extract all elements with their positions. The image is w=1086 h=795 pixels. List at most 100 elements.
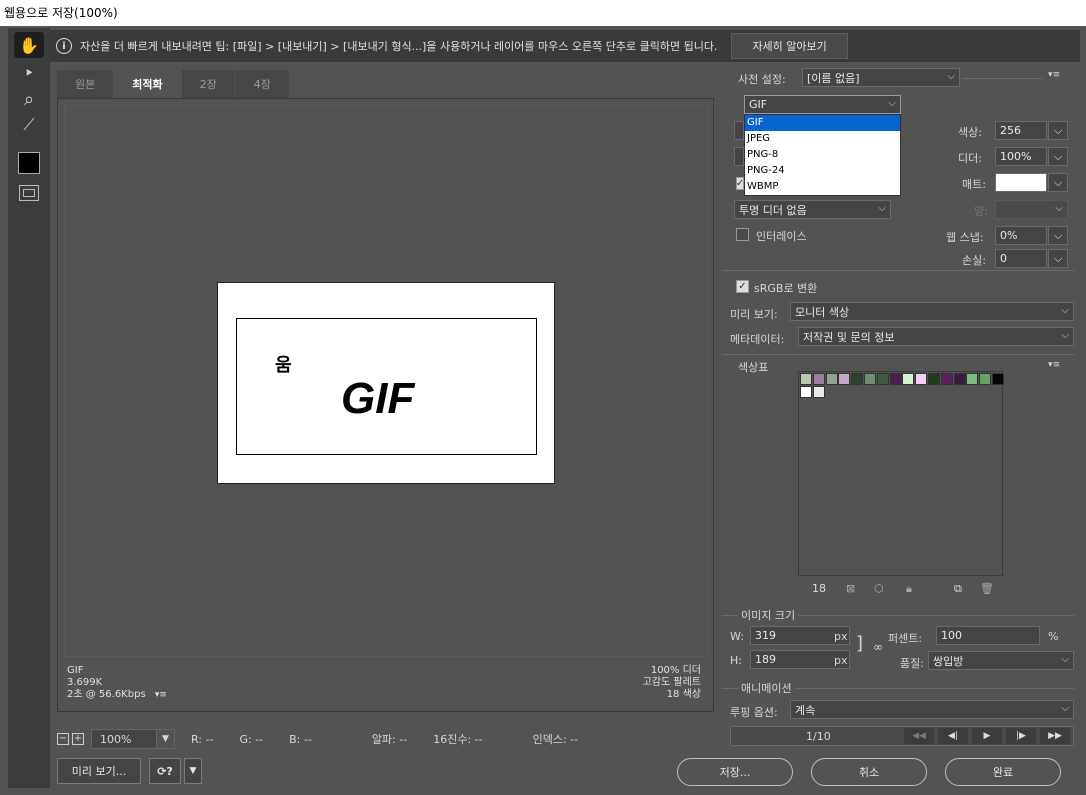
chevron-down-icon[interactable]: ⌵ bbox=[1048, 249, 1068, 268]
quality-value: 쌍입방 bbox=[933, 654, 964, 668]
color-swatch[interactable] bbox=[940, 373, 953, 385]
zoom-tool-icon[interactable]: ⌕ bbox=[14, 86, 44, 112]
color-swatch[interactable] bbox=[812, 373, 825, 385]
color-table[interactable] bbox=[798, 371, 1004, 576]
format-option-wbmp[interactable]: WBMP bbox=[745, 179, 900, 195]
chain-link-icon[interactable]: ∞ bbox=[873, 640, 883, 654]
preview-button[interactable]: 미리 보기... bbox=[57, 758, 141, 784]
lock-icon[interactable]: 🔒︎ bbox=[906, 582, 912, 596]
format-option-png8[interactable]: PNG-8 bbox=[745, 147, 900, 163]
color-swatch[interactable] bbox=[800, 386, 812, 398]
slice-select-tool-icon[interactable]: ⯈ bbox=[14, 60, 44, 86]
quality-select[interactable]: 쌍입방 ⌵ bbox=[928, 651, 1074, 670]
chevron-down-icon[interactable]: ⌵ bbox=[1048, 173, 1068, 192]
height-label: H: bbox=[730, 654, 742, 667]
tab-original[interactable]: 원본 bbox=[57, 70, 114, 98]
color-swatch[interactable] bbox=[928, 373, 940, 385]
zoom-level-field[interactable]: 100% bbox=[91, 729, 157, 749]
dither-value[interactable]: 100% bbox=[995, 147, 1047, 166]
interlace-checkbox[interactable] bbox=[736, 228, 749, 241]
red-readout: R: -- bbox=[191, 732, 214, 746]
hand-tool-icon[interactable]: ✋ bbox=[14, 32, 44, 58]
loop-label: 루핑 옵션: bbox=[730, 706, 778, 719]
color-swatch[interactable] bbox=[876, 373, 889, 385]
color-swatch[interactable] bbox=[825, 373, 838, 385]
make-transparent-icon[interactable]: ⬡ bbox=[874, 582, 884, 595]
zoom-in-icon[interactable]: + bbox=[72, 733, 84, 745]
web-snap-value[interactable]: 0% bbox=[995, 226, 1047, 245]
new-color-icon[interactable]: ⧉ bbox=[954, 582, 962, 596]
srgb-checkbox[interactable]: ✓ bbox=[736, 280, 749, 293]
first-frame-icon[interactable]: ◀◀ bbox=[904, 728, 934, 744]
speed-menu-icon[interactable]: ▾≡ bbox=[155, 690, 167, 700]
tip-bar: i 자산을 더 빠르게 내보내려면 팁: [파일] > [내보내기] > [내보… bbox=[50, 30, 1080, 62]
chevron-down-icon[interactable]: ⌵ bbox=[1048, 147, 1068, 166]
last-frame-icon[interactable]: ▶▶ bbox=[1040, 728, 1070, 744]
lossy-value[interactable]: 0 bbox=[995, 249, 1047, 268]
chevron-down-icon[interactable]: ▼ bbox=[184, 758, 202, 784]
tab-4up[interactable]: 4장 bbox=[235, 70, 289, 98]
format-select[interactable]: GIF ⌵ bbox=[744, 95, 901, 114]
color-swatch[interactable] bbox=[966, 373, 979, 385]
transparency-checkbox[interactable]: ✓ bbox=[736, 177, 744, 190]
tab-2up[interactable]: 2장 bbox=[181, 70, 235, 98]
play-icon[interactable]: ▶ bbox=[972, 728, 1002, 744]
amount-label: 양: bbox=[974, 205, 988, 218]
trash-icon[interactable]: 🗑︎ bbox=[980, 582, 994, 595]
preview-mode-select[interactable]: 모니터 색상 ⌵ bbox=[790, 302, 1074, 321]
format-dropdown-list: GIF JPEG PNG-8 PNG-24 WBMP bbox=[744, 114, 901, 196]
tab-optimized[interactable]: 최적화 bbox=[114, 70, 181, 98]
colors-value[interactable]: 256 bbox=[995, 121, 1047, 140]
format-option-jpeg[interactable]: JPEG bbox=[745, 131, 900, 147]
percent-field[interactable]: 100 bbox=[936, 626, 1040, 645]
preview-canvas[interactable]: 움 GIF bbox=[64, 105, 708, 657]
eyedropper-tool-icon[interactable]: ⟋ bbox=[14, 112, 44, 138]
color-swatch[interactable] bbox=[953, 373, 966, 385]
format-option-gif[interactable]: GIF bbox=[745, 115, 900, 131]
eyedropper-color-swatch[interactable] bbox=[18, 152, 40, 174]
loop-select[interactable]: 계속 ⌵ bbox=[790, 700, 1074, 719]
color-swatch[interactable] bbox=[800, 373, 812, 385]
next-frame-icon[interactable]: |▶ bbox=[1006, 728, 1036, 744]
done-button[interactable]: 완료 bbox=[945, 758, 1061, 786]
chevron-down-icon[interactable]: ⌵ bbox=[1048, 121, 1068, 140]
transparency-dither-select[interactable]: 투명 디더 없음 ⌵ bbox=[734, 200, 891, 219]
color-swatch[interactable] bbox=[979, 373, 992, 385]
dither-label: 디더: bbox=[958, 152, 982, 165]
dither-algo-select-edge[interactable] bbox=[734, 147, 744, 166]
panel-menu-icon[interactable]: ▾≡ bbox=[1048, 70, 1060, 80]
preview-image-frame: 움 GIF bbox=[236, 318, 537, 455]
width-unit: px bbox=[834, 630, 848, 643]
zoom-out-icon[interactable]: − bbox=[57, 733, 69, 745]
color-swatch[interactable] bbox=[915, 373, 928, 385]
color-swatch[interactable] bbox=[864, 373, 876, 385]
color-swatch[interactable] bbox=[902, 373, 915, 385]
hex-readout: 16진수: -- bbox=[433, 733, 483, 746]
metadata-label: 메타데이터: bbox=[730, 333, 785, 346]
metadata-value: 저작권 및 문의 정보 bbox=[803, 330, 895, 344]
color-swatch[interactable] bbox=[838, 373, 851, 385]
reduction-select-edge[interactable] bbox=[734, 121, 744, 140]
map-to-web-icon[interactable]: ⊠ bbox=[846, 582, 855, 595]
cancel-button[interactable]: 취소 bbox=[811, 758, 927, 786]
previous-frame-icon[interactable]: ◀| bbox=[938, 728, 968, 744]
format-option-png24[interactable]: PNG-24 bbox=[745, 163, 900, 179]
color-swatch[interactable] bbox=[851, 373, 864, 385]
settings-panel: 사전 설정: [이름 없음] ⌵ ▾≡ GIF ⌵ ✓ 색상: 256 ⌵ 디더: … bbox=[722, 64, 1082, 758]
matte-color-swatch[interactable] bbox=[995, 173, 1047, 192]
save-button[interactable]: 저장... bbox=[677, 758, 793, 786]
color-swatch[interactable] bbox=[992, 373, 1004, 385]
color-swatch[interactable] bbox=[812, 386, 825, 398]
chevron-down-icon[interactable]: ▼ bbox=[157, 729, 175, 749]
browser-preview-icon[interactable]: ⟳? bbox=[149, 758, 181, 784]
color-swatch[interactable] bbox=[889, 373, 902, 385]
metadata-select[interactable]: 저작권 및 문의 정보 ⌵ bbox=[798, 327, 1074, 346]
alpha-readout: 알파: -- bbox=[371, 733, 408, 746]
color-table-menu-icon[interactable]: ▾≡ bbox=[1048, 360, 1060, 370]
learn-more-button[interactable]: 자세히 알아보기 bbox=[731, 33, 848, 59]
chevron-down-icon[interactable]: ⌵ bbox=[1048, 226, 1068, 245]
window-title: 웹용으로 저장(100%) bbox=[0, 0, 1086, 26]
chevron-down-icon: ⌵ bbox=[1061, 330, 1069, 341]
toggle-slices-icon[interactable] bbox=[19, 185, 39, 201]
preset-select[interactable]: [이름 없음] ⌵ bbox=[802, 68, 960, 87]
